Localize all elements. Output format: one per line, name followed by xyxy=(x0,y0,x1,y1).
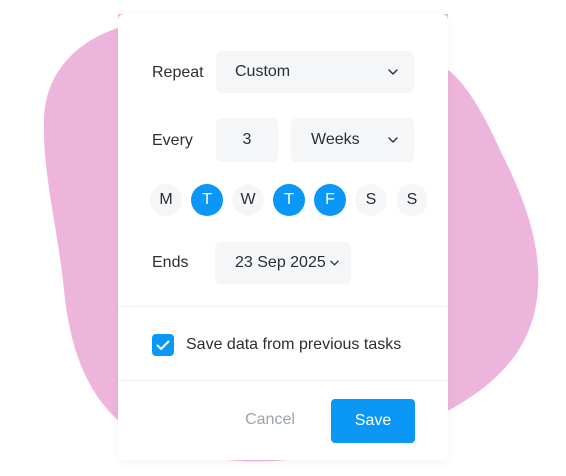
cancel-button[interactable]: Cancel xyxy=(236,400,304,440)
save-data-label: Save data from previous tasks xyxy=(186,336,402,353)
every-count-input[interactable]: 3 xyxy=(216,118,278,162)
every-count-value: 3 xyxy=(242,131,252,148)
day-toggle-monday[interactable]: M xyxy=(150,184,182,216)
day-toggle-friday[interactable]: F xyxy=(314,184,346,216)
chevron-down-icon xyxy=(388,137,398,143)
checkmark-icon xyxy=(156,340,170,350)
chevron-down-icon xyxy=(388,69,398,75)
day-toggle-wednesday[interactable]: W xyxy=(232,184,264,216)
every-unit-select[interactable]: Weeks xyxy=(291,118,414,162)
chevron-down-icon xyxy=(330,260,339,266)
every-unit-value: Weeks xyxy=(311,131,360,148)
every-label: Every xyxy=(152,132,193,149)
ends-date-value: 23 Sep 2025 xyxy=(235,254,326,271)
save-button[interactable]: Save xyxy=(331,399,415,443)
day-toggle-saturday[interactable]: S xyxy=(355,184,387,216)
weekday-picker: M T W T F S S xyxy=(150,184,428,216)
save-data-checkbox[interactable] xyxy=(152,334,174,356)
day-toggle-tuesday[interactable]: T xyxy=(191,184,223,216)
repeat-value: Custom xyxy=(235,63,291,80)
ends-label: Ends xyxy=(152,254,189,271)
divider xyxy=(118,306,448,307)
day-toggle-thursday[interactable]: T xyxy=(273,184,305,216)
recurrence-card: Repeat Custom Every 3 Weeks M T W T F S … xyxy=(118,14,448,460)
repeat-label: Repeat xyxy=(152,64,204,81)
day-toggle-sunday[interactable]: S xyxy=(396,184,428,216)
ends-date-select[interactable]: 23 Sep 2025 xyxy=(215,242,351,284)
divider xyxy=(118,380,448,381)
repeat-select[interactable]: Custom xyxy=(216,51,414,93)
